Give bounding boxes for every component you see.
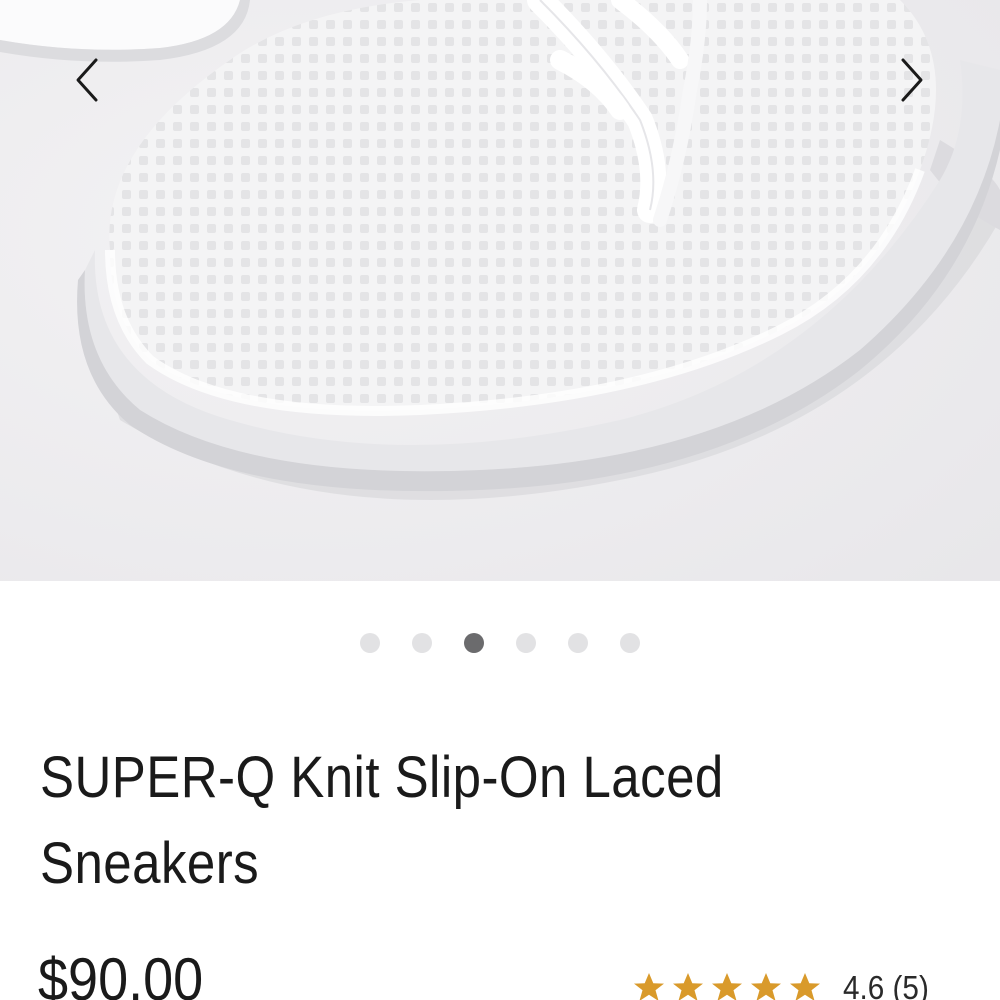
- chevron-right-icon: [901, 58, 923, 102]
- product-image-carousel[interactable]: [0, 0, 1000, 581]
- carousel-dot-2[interactable]: [412, 633, 432, 653]
- star-icon: [790, 973, 820, 1000]
- star-icon: [751, 973, 781, 1000]
- star-icon: [673, 973, 703, 1000]
- carousel-dot-1[interactable]: [360, 633, 380, 653]
- product-image[interactable]: [0, 0, 1000, 581]
- carousel-dot-5[interactable]: [568, 633, 588, 653]
- star-icon: [634, 973, 664, 1000]
- product-page: SUPER-Q Knit Slip-On Laced Sneakers $90.…: [0, 0, 1000, 1000]
- carousel-dot-4[interactable]: [516, 633, 536, 653]
- carousel-prev-button[interactable]: [57, 50, 117, 110]
- carousel-pagination: [0, 633, 1000, 653]
- carousel-next-button[interactable]: [882, 50, 942, 110]
- rating-value: 4.6 (5): [843, 969, 929, 1000]
- carousel-dot-6[interactable]: [620, 633, 640, 653]
- carousel-dot-3[interactable]: [464, 633, 484, 653]
- product-rating[interactable]: 4.6 (5): [632, 968, 938, 1000]
- rating-stars: [632, 971, 827, 1000]
- product-title: SUPER-Q Knit Slip-On Laced Sneakers: [40, 745, 724, 896]
- star-icon: [712, 973, 742, 1000]
- chevron-left-icon: [76, 58, 98, 102]
- product-price: $90.00: [38, 946, 204, 1000]
